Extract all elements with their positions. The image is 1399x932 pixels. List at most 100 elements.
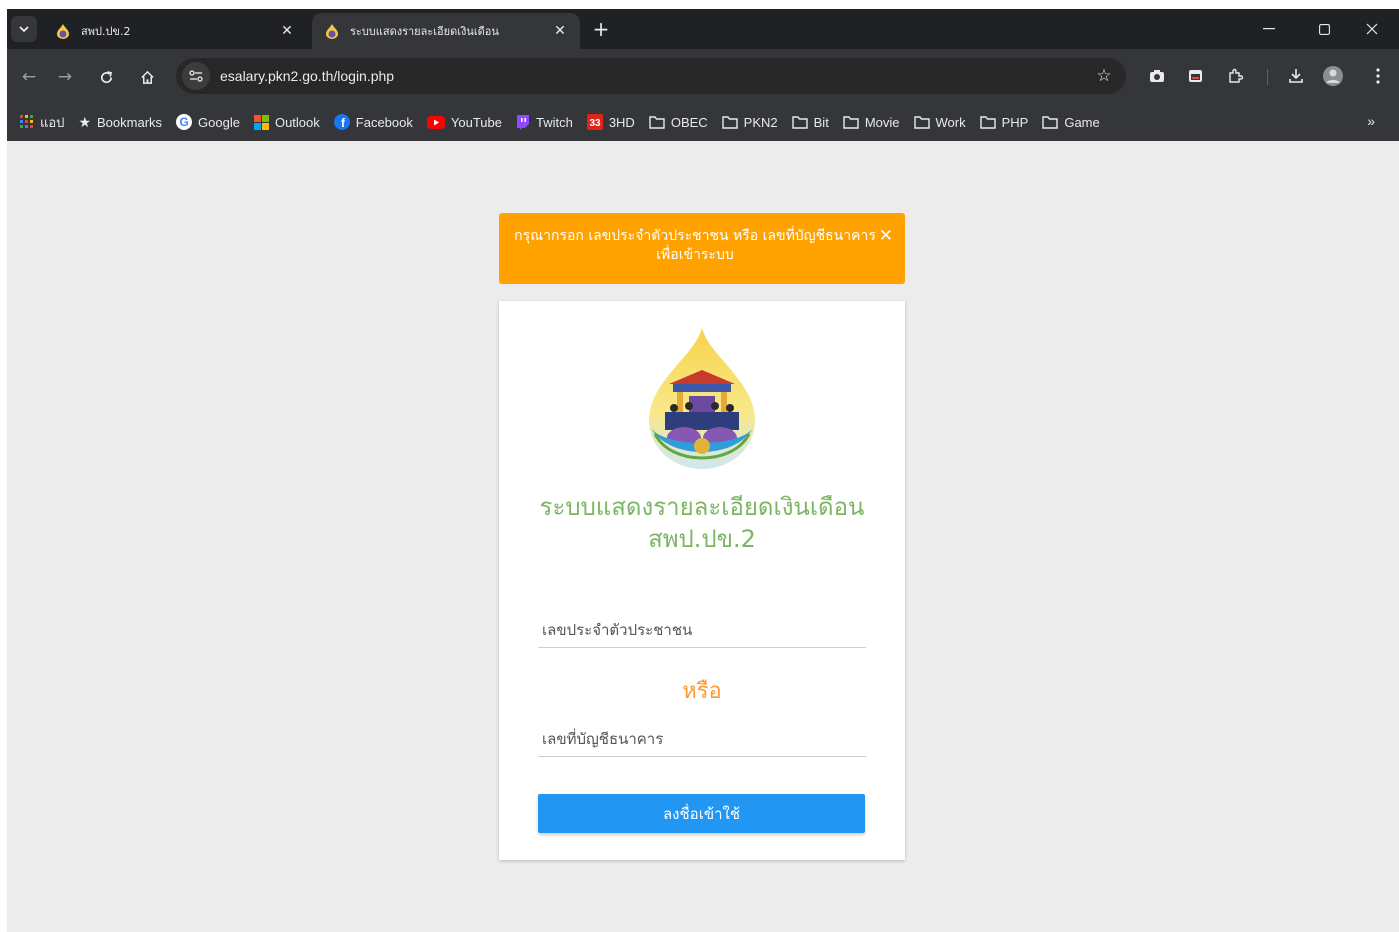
bookmarks-bar: แอป ★ Bookmarks G Google Outlook f Faceb… — [7, 103, 1399, 141]
tv-icon: 33 — [586, 114, 603, 130]
title-line-2: สพป.ปข.2 — [648, 525, 756, 553]
citizen-id-field — [538, 604, 866, 648]
folder-icon — [979, 115, 996, 129]
bookmark-folder-game[interactable]: Game — [1035, 108, 1106, 136]
minimize-button[interactable] — [1246, 9, 1292, 49]
windows-icon — [253, 114, 269, 130]
bookmark-label: PHP — [1001, 114, 1029, 130]
bookmark-label: Google — [198, 114, 240, 130]
bookmark-folder-movie[interactable]: Movie — [836, 108, 907, 136]
bookmark-outlook[interactable]: Outlook — [247, 108, 327, 136]
maximize-button[interactable] — [1301, 9, 1347, 49]
login-card: ระบบแสดงรายละเอียดเงินเดือน สพป.ปข.2 หรื… — [499, 301, 905, 860]
bookmark-label: Work — [935, 114, 966, 130]
bookmark-label: Bookmarks — [97, 114, 163, 130]
profile-avatar-icon[interactable] — [1320, 63, 1346, 89]
citizen-id-input[interactable] — [538, 604, 866, 647]
more-bookmarks-button[interactable]: » — [1367, 113, 1375, 129]
bookmark-youtube[interactable]: YouTube — [420, 108, 509, 136]
browser-menu-icon[interactable] — [1365, 63, 1391, 89]
bookmark-3hd[interactable]: 33 3HD — [580, 108, 642, 136]
downloads-icon[interactable] — [1283, 63, 1309, 89]
facebook-icon: f — [333, 114, 350, 130]
site-settings-icon[interactable] — [182, 62, 210, 90]
toolbar-divider — [1267, 69, 1268, 85]
bookmark-label: แอป — [40, 114, 65, 130]
organization-logo — [629, 326, 775, 472]
tab-strip: สพป.ปข.2 ✕ ระบบแสดงรายละเอียดเงินเดือน ✕… — [7, 9, 1399, 49]
chevron-down-icon — [19, 25, 29, 32]
bookmark-folder-work[interactable]: Work — [907, 108, 973, 136]
browser-toolbar: ← → esalary.pkn2.go.th/login.php ☆ — [7, 49, 1399, 103]
close-window-button[interactable] — [1349, 9, 1395, 49]
twitch-icon — [516, 114, 530, 130]
login-button[interactable]: ลงชื่อเข้าใช้ — [538, 794, 865, 833]
forward-button[interactable]: → — [51, 63, 79, 91]
warning-alert: กรุณากรอก เลขประจำตัวประชาชน หรือ เลขที่… — [499, 213, 905, 284]
extensions-puzzle-icon[interactable] — [1222, 63, 1248, 89]
new-tab-button[interactable]: + — [589, 17, 613, 41]
bookmark-folder-bit[interactable]: Bit — [785, 108, 836, 136]
tab-search-button[interactable] — [11, 16, 37, 42]
close-tab-icon[interactable]: ✕ — [279, 23, 295, 39]
youtube-icon — [426, 115, 445, 129]
close-icon — [1366, 23, 1378, 35]
bookmark-google[interactable]: G Google — [169, 108, 247, 136]
tab-title: ระบบแสดงรายละเอียดเงินเดือน — [350, 25, 499, 38]
bookmark-folder-pkn2[interactable]: PKN2 — [715, 108, 785, 136]
bookmark-label: 3HD — [608, 114, 635, 130]
apps-grid-icon — [20, 115, 34, 129]
bookmark-label: Movie — [864, 114, 900, 130]
reload-button[interactable] — [92, 63, 120, 91]
back-button[interactable]: ← — [15, 63, 43, 91]
close-tab-icon[interactable]: ✕ — [552, 23, 568, 39]
bank-account-field — [538, 713, 866, 757]
bank-account-input[interactable] — [538, 713, 866, 756]
star-icon: ★ — [78, 113, 92, 130]
svg-text:33: 33 — [589, 118, 601, 129]
folder-icon — [913, 115, 930, 129]
bookmark-apps[interactable]: แอป — [13, 108, 71, 136]
svg-text:G: G — [179, 115, 188, 129]
home-button[interactable] — [133, 63, 161, 91]
bookmark-label: YouTube — [450, 114, 502, 130]
bookmark-star-icon[interactable]: ☆ — [1090, 66, 1118, 86]
arrow-right-icon: → — [57, 67, 73, 87]
bookmark-facebook[interactable]: f Facebook — [327, 108, 420, 136]
bookmark-label: Facebook — [355, 114, 413, 130]
page-viewport: กรุณากรอก เลขประจำตัวประชาชน หรือ เลขที่… — [7, 141, 1399, 932]
bookmark-label: Outlook — [274, 114, 320, 130]
or-separator: หรือ — [682, 679, 722, 704]
alert-message: กรุณากรอก เลขประจำตัวประชาชน หรือ เลขที่… — [514, 228, 876, 263]
arrow-left-icon: ← — [21, 67, 37, 87]
bookmark-label: PKN2 — [743, 114, 778, 130]
home-icon — [140, 70, 154, 84]
folder-icon — [649, 115, 665, 129]
bookmark-twitch[interactable]: Twitch — [509, 108, 580, 136]
title-line-1: ระบบแสดงรายละเอียดเงินเดือน — [539, 493, 865, 521]
bookmark-label: Game — [1064, 114, 1100, 130]
tab-title: สพป.ปข.2 — [81, 25, 131, 38]
page-title: ระบบแสดงรายละเอียดเงินเดือน สพป.ปข.2 — [499, 491, 905, 555]
folder-icon — [843, 115, 859, 129]
tab-spp-pkn2[interactable]: สพป.ปข.2 ✕ — [43, 13, 307, 49]
folder-icon — [721, 115, 738, 129]
bookmark-label: OBEC — [670, 114, 708, 130]
address-bar[interactable]: esalary.pkn2.go.th/login.php ☆ — [176, 58, 1126, 94]
camera-extension-icon[interactable] — [1144, 63, 1170, 89]
maximize-icon — [1318, 23, 1330, 35]
bookmark-folder-obec[interactable]: OBEC — [642, 108, 715, 136]
folder-icon — [791, 115, 808, 129]
bookmark-label: Bit — [813, 114, 829, 130]
tab-salary-system[interactable]: ระบบแสดงรายละเอียดเงินเดือน ✕ — [312, 13, 580, 49]
bookmark-folder-php[interactable]: PHP — [973, 108, 1036, 136]
window-extension-icon[interactable] — [1182, 63, 1208, 89]
folder-icon — [1042, 115, 1059, 129]
url-text[interactable]: esalary.pkn2.go.th/login.php — [220, 68, 1090, 84]
bookmark-bookmarks[interactable]: ★ Bookmarks — [71, 108, 169, 136]
reload-icon — [100, 70, 112, 83]
site-favicon-icon — [55, 23, 71, 39]
browser-chrome: สพป.ปข.2 ✕ ระบบแสดงรายละเอียดเงินเดือน ✕… — [7, 9, 1399, 141]
minimize-icon — [1263, 28, 1275, 30]
alert-close-icon[interactable]: ✕ — [879, 227, 893, 246]
